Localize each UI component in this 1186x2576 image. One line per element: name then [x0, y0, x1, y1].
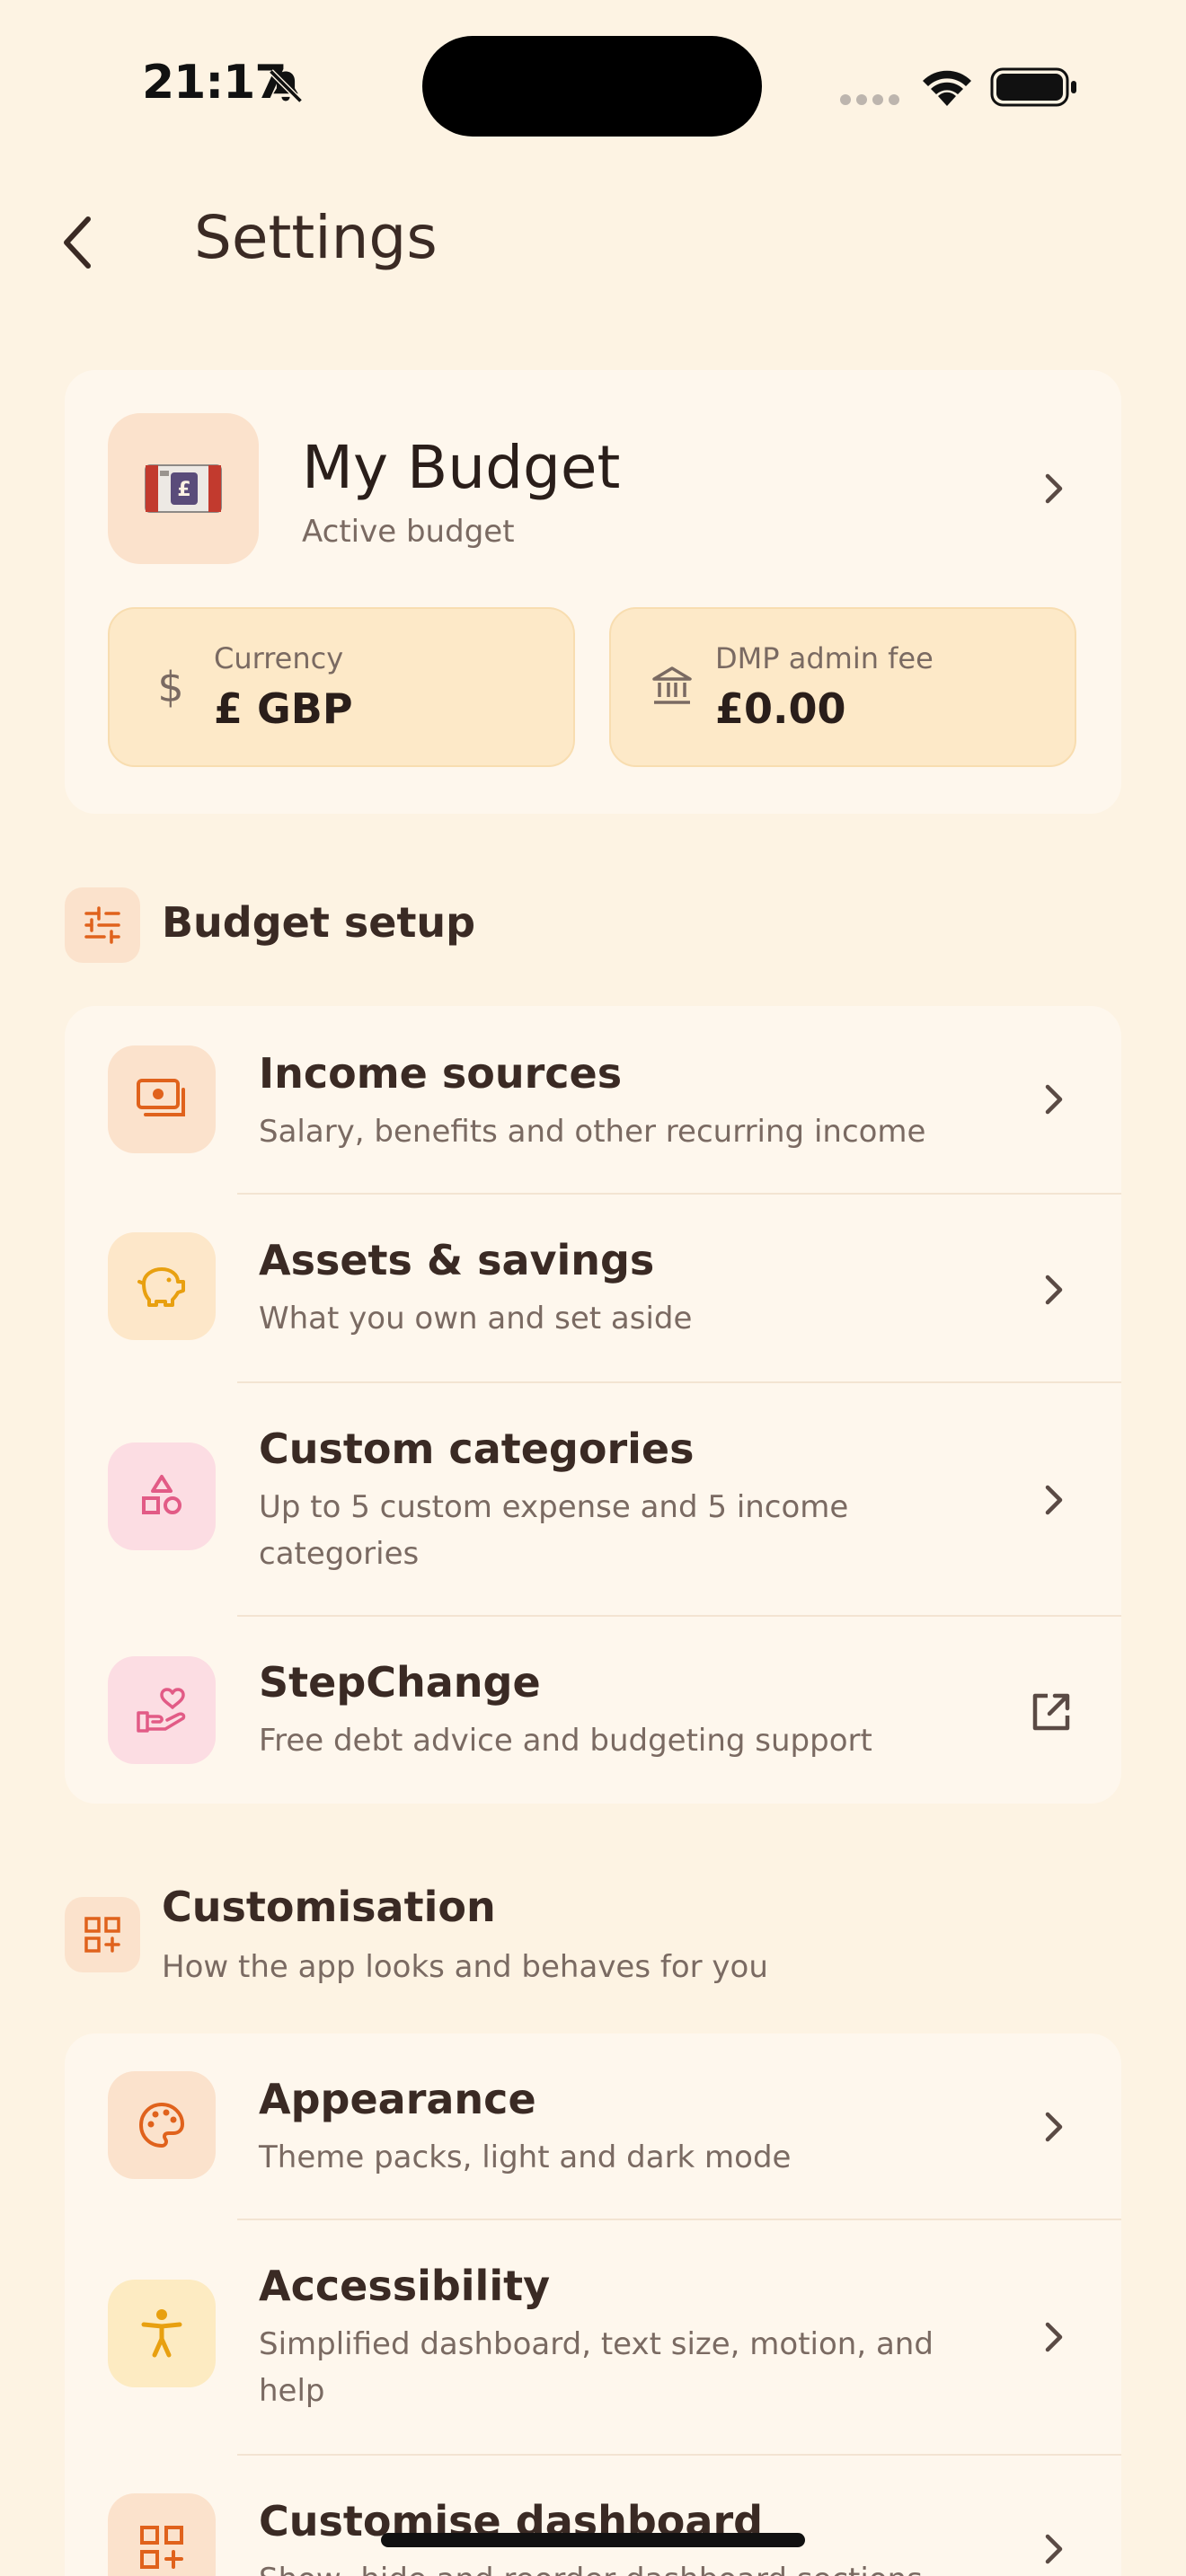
shapes-icon	[108, 1442, 216, 1550]
row-title: Appearance	[259, 2075, 536, 2123]
customisation-card: Appearance Theme packs, light and dark m…	[65, 2033, 1121, 2576]
custom-categories-row[interactable]: Custom categories Up to 5 custom expense…	[65, 1383, 1121, 1615]
currency-tile[interactable]: $ Currency £ GBP	[108, 607, 575, 767]
currency-label: Currency	[214, 641, 344, 675]
accessibility-icon	[108, 2280, 216, 2387]
row-title: Accessibility	[259, 2262, 551, 2310]
grid-add-icon	[108, 2493, 216, 2576]
page-title: Settings	[194, 203, 438, 272]
chevron-right-icon	[1045, 473, 1063, 504]
status-bar: 21:17	[0, 0, 1186, 171]
appearance-row[interactable]: Appearance Theme packs, light and dark m…	[65, 2033, 1121, 2220]
chevron-left-icon	[64, 216, 91, 269]
currency-value: £ GBP	[214, 684, 353, 733]
budget-status: Active budget	[302, 514, 515, 550]
section-title-customisation: Customisation	[162, 1883, 496, 1931]
palette-icon	[108, 2071, 216, 2179]
svg-text:£: £	[177, 479, 190, 501]
chevron-right-icon	[1045, 2322, 1063, 2352]
piggy-bank-icon	[108, 1232, 216, 1340]
bank-icon	[647, 659, 697, 713]
chevron-right-icon	[1045, 1084, 1063, 1115]
dmp-fee-tile[interactable]: DMP admin fee £0.00	[609, 607, 1076, 767]
chevron-right-icon	[1045, 1275, 1063, 1305]
sliders-icon	[65, 887, 140, 963]
battery-icon	[990, 67, 1076, 107]
chevron-right-icon	[1045, 2112, 1063, 2142]
income-sources-row[interactable]: Income sources Salary, benefits and othe…	[65, 1006, 1121, 1193]
customise-dashboard-row[interactable]: Customise dashboard Show, hide and reord…	[65, 2456, 1121, 2576]
section-subtitle-customisation: How the app looks and behaves for you	[162, 1949, 768, 1985]
dynamic-island	[422, 36, 762, 137]
budget-summary-row[interactable]: £ My Budget Active budget	[65, 370, 1121, 595]
chevron-right-icon	[1045, 2534, 1063, 2564]
row-subtitle: What you own and set aside	[259, 1301, 693, 1337]
status-time: 21:17	[142, 56, 288, 110]
back-button[interactable]	[50, 208, 104, 277]
external-link-icon	[1032, 1693, 1070, 1731]
assets-savings-row[interactable]: Assets & savings What you own and set as…	[65, 1195, 1121, 1381]
row-title: StepChange	[259, 1658, 541, 1707]
svg-text:$: $	[157, 663, 183, 710]
banknote-icon: £	[108, 413, 259, 564]
cellular-signal-icon	[840, 94, 899, 105]
budget-setup-card: Income sources Salary, benefits and othe…	[65, 1006, 1121, 1804]
bell-muted-icon	[269, 69, 303, 103]
stepchange-row[interactable]: StepChange Free debt advice and budgetin…	[65, 1617, 1121, 1804]
budget-card: £ My Budget Active budget $ Currency £ G…	[65, 370, 1121, 814]
row-subtitle: Salary, benefits and other recurring inc…	[259, 1114, 926, 1150]
chevron-right-icon	[1045, 1485, 1063, 1515]
wifi-icon	[923, 70, 971, 106]
home-indicator[interactable]	[381, 2533, 805, 2547]
cash-icon	[108, 1045, 216, 1153]
grid-add-icon	[65, 1897, 140, 1972]
row-title: Assets & savings	[259, 1236, 655, 1284]
dmp-fee-label: DMP admin fee	[715, 641, 934, 675]
budget-name: My Budget	[302, 433, 621, 502]
row-subtitle: Show, hide and reorder dashboard section…	[259, 2556, 996, 2576]
accessibility-row[interactable]: Accessibility Simplified dashboard, text…	[65, 2220, 1121, 2452]
row-subtitle: Up to 5 custom expense and 5 income cate…	[259, 1489, 849, 1572]
dollar-icon: $	[146, 659, 196, 713]
heart-hand-icon	[108, 1656, 216, 1764]
row-title: Income sources	[259, 1049, 623, 1098]
row-title: Custom categories	[259, 1425, 695, 1473]
dmp-fee-value: £0.00	[715, 684, 846, 733]
row-subtitle: Free debt advice and budgeting support	[259, 1723, 872, 1759]
section-title-budget-setup: Budget setup	[162, 898, 476, 947]
row-subtitle: Theme packs, light and dark mode	[259, 2139, 792, 2175]
row-subtitle: Simplified dashboard, text size, motion,…	[259, 2326, 934, 2409]
